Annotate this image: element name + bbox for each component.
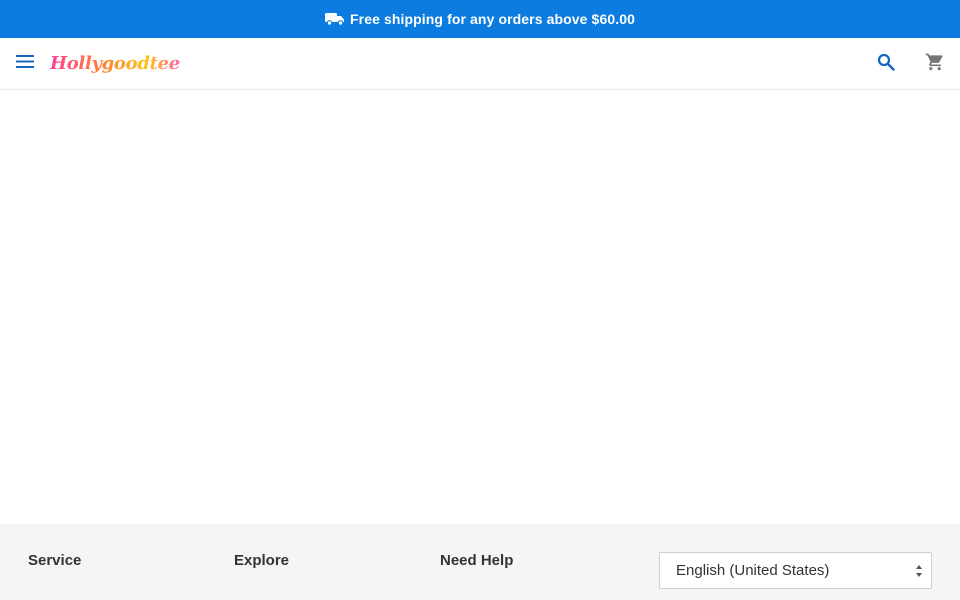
- truck-icon: [325, 12, 345, 26]
- search-icon: [877, 53, 895, 76]
- select-arrows-icon: [915, 564, 923, 578]
- footer-heading-service[interactable]: Service: [28, 552, 81, 569]
- site-header: Hollygoodtee: [0, 38, 960, 90]
- footer-heading-explore[interactable]: Explore: [234, 552, 289, 569]
- site-footer: Service Explore Need Help English (Unite…: [0, 524, 960, 600]
- language-select-value: English (United States): [676, 562, 830, 579]
- menu-button[interactable]: [13, 52, 37, 76]
- search-button[interactable]: [874, 52, 898, 76]
- main-content-area: [0, 90, 960, 524]
- footer-heading-need-help[interactable]: Need Help: [440, 552, 513, 569]
- menu-icon: [16, 55, 34, 73]
- site-logo[interactable]: Hollygoodtee: [50, 50, 180, 78]
- cart-button[interactable]: [923, 52, 947, 76]
- language-select[interactable]: English (United States): [659, 552, 932, 589]
- cart-icon: [925, 52, 945, 77]
- promo-text: Free shipping for any orders above $60.0…: [350, 11, 635, 27]
- promo-banner: Free shipping for any orders above $60.0…: [0, 0, 960, 38]
